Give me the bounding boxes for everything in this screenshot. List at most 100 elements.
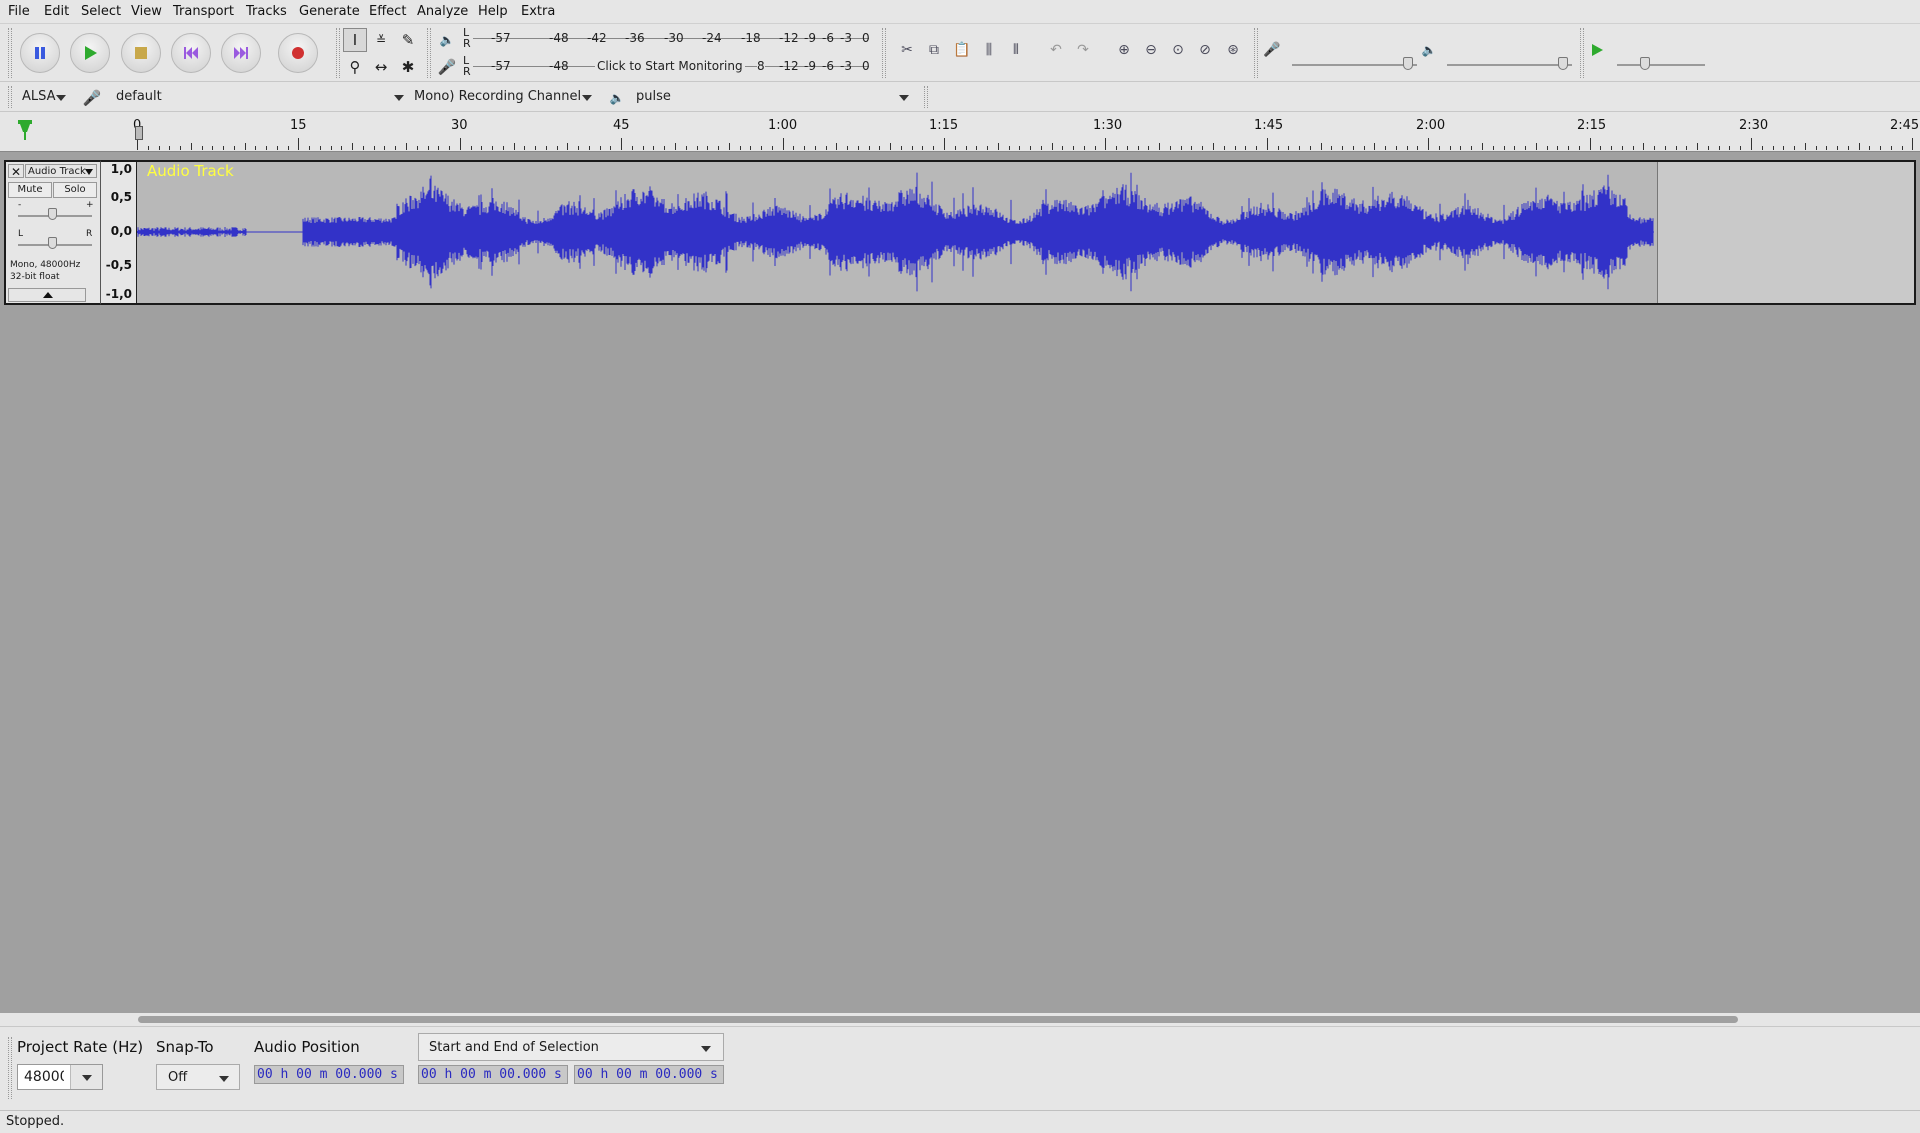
gain-knob[interactable] — [48, 208, 57, 220]
record-button[interactable] — [278, 33, 318, 73]
playback-volume-knob[interactable] — [1558, 57, 1568, 70]
playback-volume-icon-button: 🔈 — [1417, 38, 1441, 62]
zoom-out-button[interactable]: ⊖ — [1139, 38, 1163, 62]
timeline-tick — [180, 146, 181, 150]
project-rate-dropdown[interactable] — [70, 1065, 102, 1089]
toolbar-grip[interactable] — [8, 86, 12, 108]
clip-name[interactable]: Audio Track — [147, 162, 234, 180]
draw-tool[interactable]: ✎ — [396, 28, 420, 52]
toolbar-grip[interactable] — [8, 28, 12, 78]
redo-button[interactable]: ↷ — [1071, 38, 1095, 62]
collapse-track-button[interactable] — [8, 288, 86, 302]
timeline-tick — [1030, 146, 1031, 150]
selection-mode-select[interactable]: Start and End of Selection — [418, 1033, 724, 1061]
timeline-tick — [1579, 146, 1580, 150]
fit-selection-button[interactable]: ⊙ — [1166, 38, 1190, 62]
timeline-ruler[interactable]: 0 15 30 45 1:00 1:15 1:30 1:45 2:00 2:15… — [0, 112, 1920, 152]
timeline-tick — [1611, 146, 1612, 150]
horizontal-scroll-thumb[interactable] — [138, 1016, 1738, 1023]
play-button[interactable] — [70, 33, 110, 73]
skip-end-button[interactable] — [221, 33, 261, 73]
project-rate-combo[interactable]: 48000 — [17, 1064, 103, 1090]
copy-button[interactable]: ⧉ — [922, 38, 946, 62]
record-meter-button[interactable]: 🎤 — [435, 55, 459, 79]
vertical-amplitude-ruler[interactable]: 1,0 0,5 0,0 -0,5 -1,0 — [101, 162, 137, 303]
menu-select[interactable]: Select — [81, 4, 121, 19]
playback-volume-slider[interactable] — [1447, 64, 1572, 66]
trim-button[interactable]: ⫼ — [977, 38, 1001, 62]
menu-transport[interactable]: Transport — [173, 4, 234, 19]
meter-tick: -6 — [822, 31, 834, 45]
time-shift-tool[interactable]: ↔ — [369, 55, 393, 79]
playback-meter-button[interactable]: 🔈 — [435, 28, 459, 52]
audio-position-field[interactable]: 00 h 00 m 00.000 s — [254, 1065, 404, 1084]
menu-file[interactable]: File — [8, 4, 30, 19]
start-monitoring-label[interactable]: Click to Start Monitoring — [595, 59, 745, 73]
recording-volume-knob[interactable] — [1403, 57, 1413, 70]
close-track-button[interactable]: ✕ — [8, 164, 24, 179]
envelope-tool[interactable]: ≚ — [369, 28, 393, 52]
playback-meter[interactable]: L R -57 -48 -42 -36 -30 -24 -18 -12 -9 -… — [463, 26, 875, 50]
toolbar-grip[interactable] — [924, 86, 928, 108]
selection-tool[interactable]: I — [343, 28, 367, 52]
menu-effect[interactable]: Effect — [369, 4, 406, 19]
play-speed-slider[interactable] — [1617, 64, 1705, 66]
toolbar-grip[interactable] — [882, 28, 886, 78]
stop-button[interactable] — [121, 33, 161, 73]
meter-tick: -12 — [779, 59, 799, 73]
track-control-panel: ✕ Audio Track Mute Solo - + L R Mono, 48… — [4, 160, 101, 305]
paste-button[interactable]: 📋 — [950, 38, 974, 62]
timeline-tick — [428, 146, 429, 150]
skip-start-button[interactable] — [171, 33, 211, 73]
timeline-tick — [1547, 146, 1548, 150]
recording-volume-slider[interactable] — [1292, 64, 1417, 66]
toolbar-grip[interactable] — [427, 28, 431, 78]
recording-device-select[interactable]: default — [110, 86, 410, 108]
audio-host-select[interactable]: ALSA — [16, 86, 72, 108]
toolbar-grip[interactable] — [1254, 28, 1258, 78]
timeline-tick — [1482, 143, 1483, 150]
snap-to-select[interactable]: Off — [156, 1064, 240, 1090]
timeline-tick — [933, 146, 934, 150]
multi-tool[interactable]: ✱ — [396, 55, 420, 79]
record-meter[interactable]: L R -57 -48 Click to Start Monitoring 8 … — [463, 54, 875, 78]
toolbar-grip[interactable] — [336, 28, 340, 78]
timeline-tick — [772, 146, 773, 150]
menu-help[interactable]: Help — [478, 4, 508, 19]
timeline-tick — [1073, 146, 1074, 150]
cut-button[interactable]: ✂ — [895, 38, 919, 62]
menu-extra[interactable]: Extra — [521, 4, 555, 19]
menu-tracks[interactable]: Tracks — [246, 4, 287, 19]
pin-head-button[interactable] — [15, 118, 35, 142]
menu-view[interactable]: View — [131, 4, 162, 19]
track-empty-area[interactable] — [1657, 162, 1914, 303]
pause-button[interactable] — [20, 33, 60, 73]
solo-button[interactable]: Solo — [53, 182, 97, 198]
toolbar-grip[interactable] — [1580, 28, 1584, 78]
toolbar-grip[interactable] — [8, 1037, 12, 1099]
close-icon: ✕ — [10, 165, 22, 179]
zoom-toggle-button[interactable]: ⊛ — [1221, 38, 1245, 62]
track-menu-button[interactable]: Audio Track — [25, 164, 97, 178]
timeline-tick — [298, 138, 299, 150]
fit-project-button[interactable]: ⊘ — [1193, 38, 1217, 62]
selection-end-field[interactable]: 00 h 00 m 00.000 s — [574, 1065, 724, 1084]
selection-start-field[interactable]: 00 h 00 m 00.000 s — [418, 1065, 568, 1084]
recording-channels-select[interactable]: Mono) Recording Channel — [410, 86, 598, 108]
zoom-tool[interactable]: ⚲ — [343, 55, 367, 79]
playback-device-select[interactable]: pulse — [630, 86, 915, 108]
waveform-clip[interactable]: Audio Track — [136, 162, 1657, 303]
mute-button[interactable]: Mute — [8, 182, 52, 198]
silence-button[interactable]: ⫴ — [1004, 38, 1028, 62]
timeline-tick — [288, 146, 289, 150]
play-position-marker[interactable] — [135, 126, 143, 140]
menu-generate[interactable]: Generate — [299, 4, 360, 19]
pan-knob[interactable] — [48, 237, 57, 249]
menu-analyze[interactable]: Analyze — [417, 4, 468, 19]
zoom-in-button[interactable]: ⊕ — [1112, 38, 1136, 62]
play-speed-knob[interactable] — [1640, 57, 1650, 70]
play-at-speed-button[interactable] — [1585, 38, 1609, 62]
undo-button[interactable]: ↶ — [1044, 38, 1068, 62]
menu-edit[interactable]: Edit — [44, 4, 69, 19]
timeline-tick — [1783, 146, 1784, 150]
